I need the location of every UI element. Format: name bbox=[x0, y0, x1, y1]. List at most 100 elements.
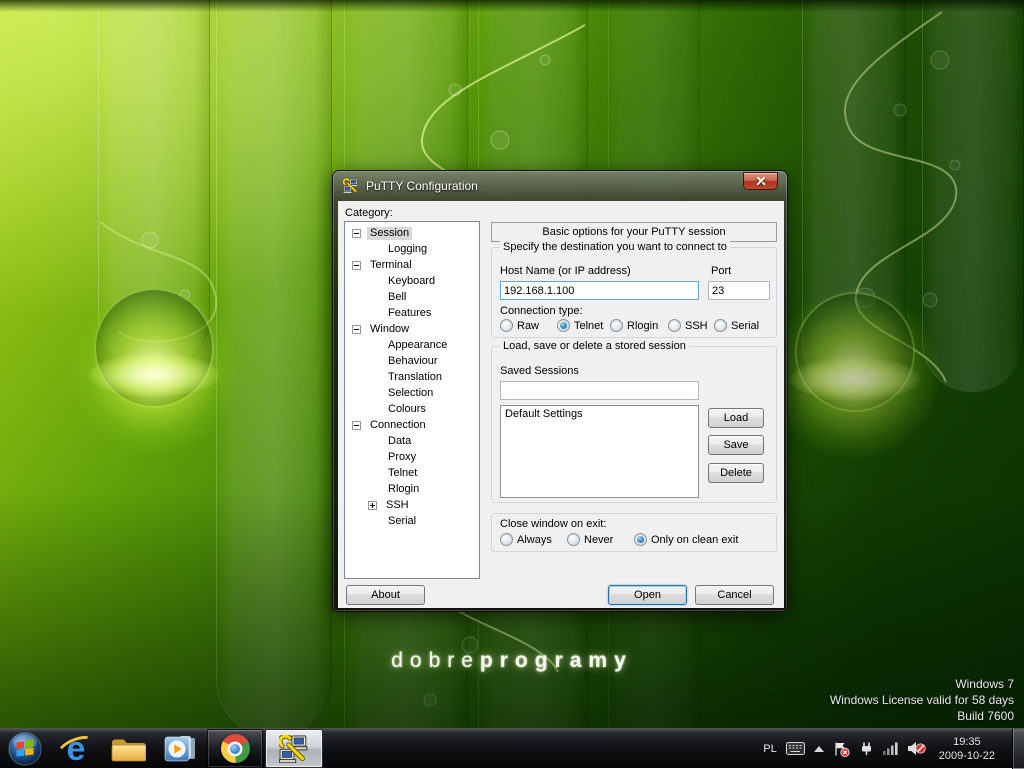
tray-time: 19:35 bbox=[939, 735, 995, 749]
show-desktop-button[interactable] bbox=[1012, 729, 1024, 769]
tree-item-serial[interactable]: Serial bbox=[345, 513, 479, 529]
keyboard-icon[interactable] bbox=[786, 742, 805, 755]
destination-group: Specify the destination you want to conn… bbox=[491, 247, 777, 338]
saved-session-group: Load, save or delete a stored session Sa… bbox=[491, 346, 777, 503]
logo-light-part: dobre bbox=[391, 649, 480, 672]
windows-start-orb-icon bbox=[6, 730, 44, 768]
load-button[interactable]: Load bbox=[708, 408, 764, 428]
radio-icon bbox=[610, 319, 623, 332]
wallpaper-orb-core bbox=[89, 353, 219, 397]
list-item-default-settings[interactable]: Default Settings bbox=[505, 408, 694, 420]
taskbar: e bbox=[0, 728, 1024, 768]
radio-only-on-clean-exit[interactable]: Only on clean exit bbox=[634, 533, 738, 546]
language-indicator[interactable]: PL bbox=[763, 743, 776, 755]
saved-sessions-input[interactable] bbox=[500, 381, 699, 400]
start-button[interactable] bbox=[0, 729, 50, 768]
save-button[interactable]: Save bbox=[708, 435, 764, 455]
dobreprogramy-logo: dobreprogramy bbox=[391, 649, 633, 673]
tree-item-bell[interactable]: Bell bbox=[345, 289, 479, 305]
collapse-icon[interactable] bbox=[352, 325, 361, 334]
watermark-line: Build 7600 bbox=[830, 708, 1014, 724]
tree-item-window[interactable]: Window bbox=[345, 321, 479, 337]
system-tray: PL bbox=[763, 729, 1024, 768]
tree-item-features[interactable]: Features bbox=[345, 305, 479, 321]
desktop: dobreprogramy Windows 7 Windows License … bbox=[0, 0, 1024, 768]
radio-never[interactable]: Never bbox=[567, 533, 613, 546]
taskbar-item-putty[interactable] bbox=[265, 729, 323, 768]
tree-item-telnet[interactable]: Telnet bbox=[345, 465, 479, 481]
radio-raw[interactable]: Raw bbox=[500, 319, 539, 332]
radio-always[interactable]: Always bbox=[500, 533, 552, 546]
chrome-icon bbox=[221, 734, 250, 763]
logo-bold-part: programy bbox=[480, 649, 633, 672]
tree-item-connection[interactable]: Connection bbox=[345, 417, 479, 433]
window-titlebar[interactable]: PuTTY Configuration bbox=[333, 171, 787, 201]
putty-window-icon bbox=[343, 178, 359, 194]
taskbar-item-media-player[interactable] bbox=[154, 729, 206, 768]
taskbar-apps: e bbox=[0, 729, 324, 768]
category-tree[interactable]: Session Logging Terminal Keyboard Bell F… bbox=[344, 221, 480, 579]
destination-group-legend: Specify the destination you want to conn… bbox=[500, 241, 730, 253]
port-input[interactable] bbox=[708, 281, 770, 300]
connection-type-label: Connection type: bbox=[500, 305, 583, 317]
tree-item-behaviour[interactable]: Behaviour bbox=[345, 353, 479, 369]
dialog-client-area: Category: Session Logging Terminal Keybo… bbox=[338, 201, 784, 608]
tree-item-rlogin[interactable]: Rlogin bbox=[345, 481, 479, 497]
delete-button[interactable]: Delete bbox=[708, 463, 764, 483]
taskbar-item-windows-explorer[interactable] bbox=[102, 729, 154, 768]
saved-sessions-label: Saved Sessions bbox=[500, 365, 579, 377]
tree-item-selection[interactable]: Selection bbox=[345, 385, 479, 401]
tree-item-session[interactable]: Session bbox=[345, 225, 479, 241]
expand-icon[interactable] bbox=[368, 501, 377, 510]
session-group-legend: Load, save or delete a stored session bbox=[500, 340, 689, 352]
watermark-line: Windows 7 bbox=[830, 676, 1014, 692]
radio-ssh[interactable]: SSH bbox=[668, 319, 708, 332]
taskbar-item-internet-explorer[interactable]: e bbox=[50, 729, 102, 768]
cancel-button[interactable]: Cancel bbox=[695, 585, 774, 605]
radio-icon bbox=[557, 319, 570, 332]
volume-muted-icon[interactable] bbox=[907, 741, 926, 756]
collapse-icon[interactable] bbox=[352, 421, 361, 430]
panel-header: Basic options for your PuTTY session bbox=[491, 222, 777, 242]
about-button[interactable]: About bbox=[346, 585, 425, 605]
tree-item-keyboard[interactable]: Keyboard bbox=[345, 273, 479, 289]
radio-telnet[interactable]: Telnet bbox=[557, 319, 603, 332]
collapse-icon[interactable] bbox=[352, 229, 361, 238]
tree-item-ssh[interactable]: SSH bbox=[345, 497, 479, 513]
tree-item-logging[interactable]: Logging bbox=[345, 241, 479, 257]
host-name-label: Host Name (or IP address) bbox=[500, 265, 631, 277]
port-label: Port bbox=[711, 265, 731, 277]
show-hidden-icons-button[interactable] bbox=[814, 746, 824, 752]
tree-item-translation[interactable]: Translation bbox=[345, 369, 479, 385]
taskbar-item-chrome[interactable] bbox=[207, 729, 263, 768]
watermark-line: Windows License valid for 58 days bbox=[830, 692, 1014, 708]
radio-rlogin[interactable]: Rlogin bbox=[610, 319, 658, 332]
tree-item-proxy[interactable]: Proxy bbox=[345, 449, 479, 465]
radio-icon bbox=[500, 533, 513, 546]
collapse-icon[interactable] bbox=[352, 261, 361, 270]
tree-item-colours[interactable]: Colours bbox=[345, 401, 479, 417]
action-center-alert-icon[interactable] bbox=[833, 741, 850, 757]
internet-explorer-icon: e bbox=[57, 731, 95, 767]
power-icon[interactable] bbox=[859, 741, 874, 756]
wallpaper-tube bbox=[922, 0, 1024, 392]
putty-configuration-window: PuTTY Configuration Category: Session Lo… bbox=[332, 170, 788, 612]
windows-build-watermark: Windows 7 Windows License valid for 58 d… bbox=[830, 676, 1014, 724]
radio-serial[interactable]: Serial bbox=[714, 319, 759, 332]
tree-item-terminal[interactable]: Terminal bbox=[345, 257, 479, 273]
open-button[interactable]: Open bbox=[608, 585, 687, 605]
tray-clock[interactable]: 19:35 2009-10-22 bbox=[939, 735, 995, 763]
radio-icon bbox=[668, 319, 681, 332]
host-name-input[interactable] bbox=[500, 281, 699, 300]
folder-icon bbox=[110, 734, 146, 764]
wallpaper-orb-core bbox=[790, 357, 920, 401]
saved-sessions-list[interactable]: Default Settings bbox=[500, 405, 699, 498]
close-button[interactable] bbox=[743, 172, 778, 190]
network-signal-icon[interactable] bbox=[883, 742, 898, 755]
tray-date: 2009-10-22 bbox=[939, 749, 995, 763]
radio-icon bbox=[634, 533, 647, 546]
putty-icon bbox=[279, 735, 309, 763]
media-player-icon bbox=[162, 733, 198, 765]
tree-item-data[interactable]: Data bbox=[345, 433, 479, 449]
tree-item-appearance[interactable]: Appearance bbox=[345, 337, 479, 353]
